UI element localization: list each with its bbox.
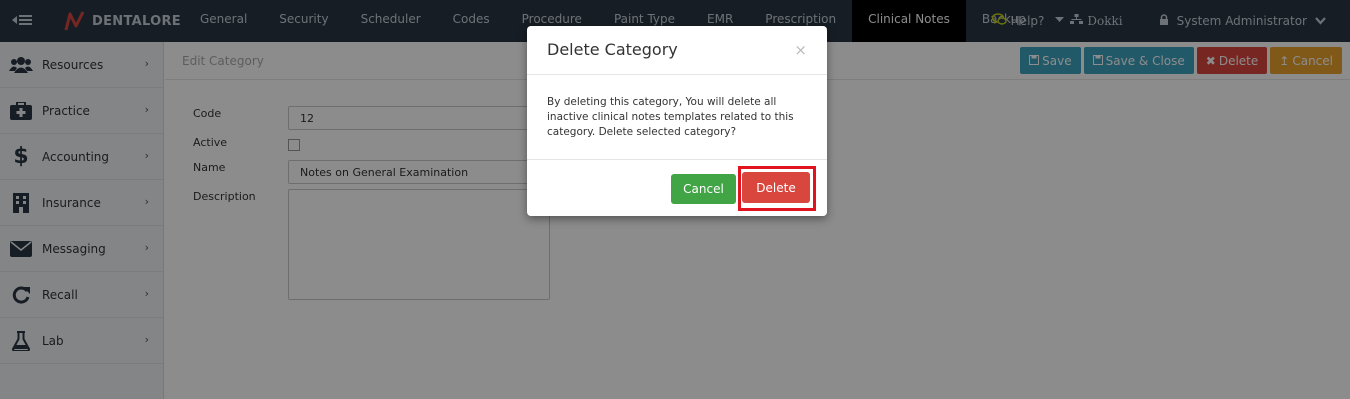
modal-title: Delete Category — [547, 40, 678, 59]
delete-category-dialog: Delete Category × By deleting this categ… — [527, 26, 827, 216]
modal-header: Delete Category × — [527, 26, 827, 75]
modal-cancel-button[interactable]: Cancel — [671, 174, 736, 204]
close-icon[interactable]: × — [794, 41, 807, 59]
modal-footer: Cancel Delete — [527, 159, 827, 216]
modal-delete-button[interactable]: Delete — [742, 172, 810, 203]
modal-message: By deleting this category, You will dele… — [547, 96, 794, 138]
